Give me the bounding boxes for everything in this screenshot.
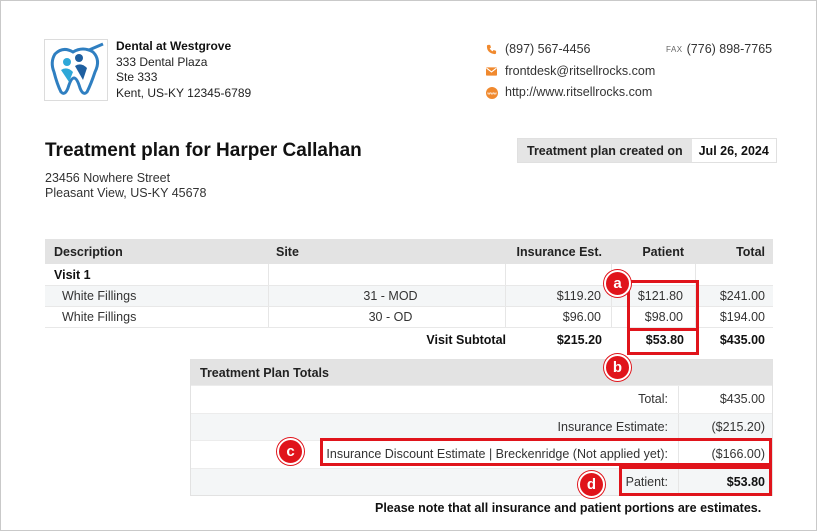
patient-address-line: 23456 Nowhere Street <box>45 171 171 185</box>
created-date: Jul 26, 2024 <box>691 139 776 162</box>
totals-label: Patient: <box>191 468 679 495</box>
header-patient: Patient <box>642 244 684 259</box>
web-icon: www <box>485 86 498 99</box>
fax-label: FAX <box>666 45 683 54</box>
created-date-box: Treatment plan created on Jul 26, 2024 <box>517 138 777 163</box>
totals-row-total: Total: $435.00 <box>191 385 772 413</box>
patient-address-line: Pleasant View, US-KY 45678 <box>45 186 207 200</box>
created-label: Treatment plan created on <box>518 139 692 162</box>
practice-address-line: Kent, US-KY 12345-6789 <box>116 85 252 100</box>
table-header: Description Site Insurance Est. Patient … <box>45 239 773 264</box>
annotation-badge-a: a <box>604 270 631 297</box>
visit-label: Visit 1 <box>45 264 269 285</box>
row-site: 30 - OD <box>269 307 506 327</box>
row-total: $241.00 <box>719 289 765 303</box>
patient-address: 23456 Nowhere Street Pleasant View, US-K… <box>45 171 206 201</box>
totals-value: ($215.20) <box>711 419 765 434</box>
phone-row: (897) 567-4456 <box>485 39 655 61</box>
practice-name: Dental at Westgrove <box>116 39 232 53</box>
annotation-badge-c: c <box>277 438 304 465</box>
subtotal-total: $435.00 <box>719 333 765 347</box>
annotation-badge-d: d <box>578 471 605 498</box>
highlight-patient-total <box>619 466 772 496</box>
estimate-note: Please note that all insurance and patie… <box>375 501 762 515</box>
row-insurance: $119.20 <box>506 286 612 306</box>
email-link[interactable]: frontdesk@ritsellrocks.com <box>505 61 655 83</box>
totals-label: Insurance Estimate: <box>191 413 679 440</box>
phone-number: (897) 567-4456 <box>505 42 591 56</box>
subtotal-insurance: $215.20 <box>556 333 602 347</box>
fax-number: (776) 898-7765 <box>686 42 773 56</box>
email-row: frontdesk@ritsellrocks.com <box>485 61 655 83</box>
header-insurance: Insurance Est. <box>516 244 602 259</box>
header-description: Description <box>54 244 123 259</box>
svg-text:www: www <box>486 90 497 95</box>
header-site: Site <box>276 244 299 259</box>
header-total: Total <box>736 244 765 259</box>
row-site: 31 - MOD <box>269 286 506 306</box>
practice-address-line: 333 Dental Plaza <box>116 54 208 69</box>
fax-info: FAX (776) 898-7765 <box>666 39 772 61</box>
highlight-patient-subtotal <box>627 328 699 355</box>
page-title: Treatment plan for Harper Callahan <box>45 140 362 161</box>
email-icon <box>485 65 498 78</box>
treatment-plan-page: Dental at Westgrove 333 Dental Plaza Ste… <box>0 0 817 531</box>
row-description: White Fillings <box>45 286 269 306</box>
phone-icon <box>485 43 498 56</box>
highlight-discount-row <box>320 438 772 466</box>
totals-row-insurance: Insurance Estimate: ($215.20) <box>191 412 772 440</box>
row-description: White Fillings <box>45 307 269 327</box>
highlight-patient-column <box>627 280 699 331</box>
totals-value: $435.00 <box>719 392 765 407</box>
practice-info: Dental at Westgrove 333 Dental Plaza Ste… <box>116 39 251 101</box>
tooth-logo-icon <box>44 39 108 101</box>
row-insurance: $96.00 <box>506 307 612 327</box>
web-row: www http://www.ritsellrocks.com <box>485 82 655 104</box>
subtotal-label: Visit Subtotal <box>426 333 506 347</box>
totals-label: Total: <box>191 386 679 413</box>
totals-header: Treatment Plan Totals <box>191 360 772 385</box>
row-total: $194.00 <box>719 310 765 324</box>
practice-address-line: Ste 333 <box>116 70 158 84</box>
practice-contact: (897) 567-4456 frontdesk@ritsellrocks.co… <box>485 39 655 104</box>
website-link[interactable]: http://www.ritsellrocks.com <box>505 82 652 104</box>
annotation-badge-b: b <box>604 354 631 381</box>
